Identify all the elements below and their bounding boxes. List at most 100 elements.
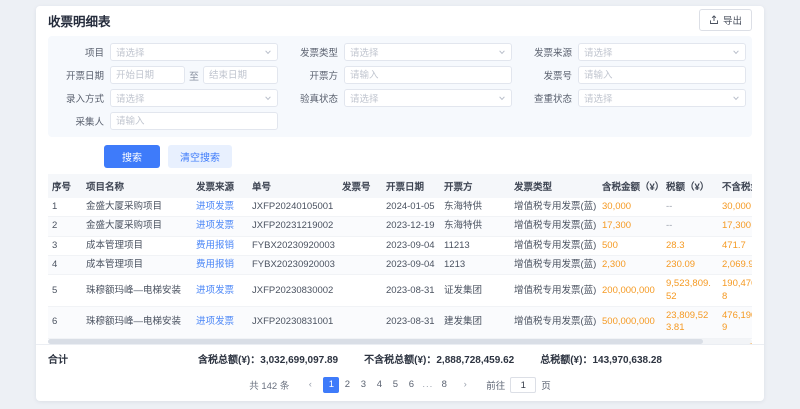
cell-order_no: JXFP20230831001 [248,307,338,339]
select-placeholder: 请选择 [350,45,379,59]
table-header-row: 序号项目名称发票来源单号发票号开票日期开票方发票类型含税金额（¥）税额（¥）不含… [48,174,752,198]
filter-field-3: 开票日期至 [54,66,278,84]
cell-amount_without_tax: 471.7 [718,236,752,255]
cell-tax: -- [662,217,718,236]
date-end-input[interactable] [203,66,278,84]
filter-field-1: 发票类型请选择 [288,43,512,61]
cell-type: 增值税专用发票(蓝) [510,256,598,275]
cell-amount_without_tax: 30,000 [718,198,752,217]
pagination: 共 142 条 ‹ 123456...8 › 前往 页 [36,372,764,401]
cell-tax: 28.3 [662,236,718,255]
filter-label: 项目 [54,45,104,59]
filter-select[interactable]: 请选择 [110,89,278,107]
filter-input[interactable] [110,112,278,130]
summary-item-value: 3,032,699,097.89 [260,355,338,366]
goto-page-input[interactable] [510,377,536,393]
filter-field-4: 开票方 [288,66,512,84]
page-button-8[interactable]: 8 [436,377,452,393]
page-button-1[interactable]: 1 [323,377,339,393]
page-button-6[interactable]: 6 [403,377,419,393]
filter-label: 录入方式 [54,91,104,105]
summary-item-value: 143,970,638.28 [592,355,662,366]
next-page-button[interactable]: › [457,377,473,393]
cell-amount_without_tax: 17,300 [718,217,752,236]
cell-invoice_no [338,236,382,255]
cell-order_no: JXFP20231219002 [248,217,338,236]
cell-issuer: 证发集团 [440,275,510,307]
chevron-down-icon [732,94,740,102]
select-placeholder: 请选择 [584,45,613,59]
invoice-table: 序号项目名称发票来源单号发票号开票日期开票方发票类型含税金额（¥）税额（¥）不含… [48,174,752,344]
chevron-down-icon [498,48,506,56]
table-row[interactable]: 3成本管理项目费用报销FYBX202309200032023-09-041121… [48,236,752,255]
cell-amount_without_tax: 2,069.91 [718,256,752,275]
column-header-tax: 税额（¥） [662,174,718,198]
chevron-down-icon [264,48,272,56]
cell-amount_with_tax: 2,300 [598,256,662,275]
summary-item-label: 不含税总额(¥)： [364,355,436,366]
cell-tax: -- [662,198,718,217]
cell-source: 费用报销 [192,236,248,255]
cell-type: 增值税专用发票(蓝) [510,217,598,236]
table-row[interactable]: 5珠穆额玛峰—电梯安装进项发票JXFP202308300022023-08-31… [48,275,752,307]
column-header-source: 发票来源 [192,174,248,198]
filter-select[interactable]: 请选择 [578,89,746,107]
export-button[interactable]: 导出 [699,9,752,31]
prev-page-button[interactable]: ‹ [302,377,318,393]
cell-type: 增值税专用发票(蓝) [510,275,598,307]
cell-date: 2024-01-05 [382,198,440,217]
filter-select[interactable]: 请选择 [578,43,746,61]
table-row[interactable]: 4成本管理项目费用报销FYBX202309200032023-09-041213… [48,256,752,275]
cell-tax: 9,523,809.52 [662,275,718,307]
chevron-down-icon [498,94,506,102]
table-row[interactable]: 6珠穆额玛峰—电梯安装进项发票JXFP202308310012023-08-31… [48,307,752,339]
scrollbar-thumb[interactable] [48,339,703,344]
filter-select[interactable]: 请选择 [344,43,512,61]
filter-input[interactable] [344,66,512,84]
total-count: 共 142 条 [249,378,289,392]
column-header-order_no: 单号 [248,174,338,198]
cell-seq: 1 [48,198,82,217]
cell-project: 成本管理项目 [82,256,192,275]
filter-select[interactable]: 请选择 [344,89,512,107]
select-placeholder: 请选择 [584,91,613,105]
page-button-5[interactable]: 5 [387,377,403,393]
cell-date: 2023-08-31 [382,307,440,339]
cell-invoice_no [338,217,382,236]
clear-search-button[interactable]: 清空搜索 [168,145,232,168]
filter-select[interactable]: 请选择 [110,43,278,61]
cell-issuer: 建发集团 [440,307,510,339]
table-row[interactable]: 1金盛大厦采购项目进项发票JXFP202401050012024-01-05东海… [48,198,752,217]
cell-order_no: JXFP20230830002 [248,275,338,307]
horizontal-scrollbar[interactable] [48,339,752,344]
more-pages-button[interactable]: ... [419,377,436,393]
summary-item: 含税总额(¥)：3,032,699,097.89 [198,351,338,366]
column-header-amount_with_tax: 含税金额（¥） [598,174,662,198]
cell-date: 2023-08-31 [382,275,440,307]
date-start-input[interactable] [110,66,185,84]
cell-source: 费用报销 [192,256,248,275]
summary-item: 不含税总额(¥)：2,888,728,459.62 [364,351,514,366]
cell-type: 增值税专用发票(蓝) [510,307,598,339]
date-separator: 至 [189,68,199,83]
cell-seq: 6 [48,307,82,339]
filter-field-9: 采集人 [54,112,278,130]
filter-field-7: 验真状态请选择 [288,89,512,107]
summary-item-value: 2,888,728,459.62 [436,355,514,366]
column-header-date: 开票日期 [382,174,440,198]
column-header-seq: 序号 [48,174,82,198]
table-head: 序号项目名称发票来源单号发票号开票日期开票方发票类型含税金额（¥）税额（¥）不含… [48,174,752,198]
column-header-type: 发票类型 [510,174,598,198]
table-row[interactable]: 2金盛大厦采购项目进项发票JXFP202312190022023-12-19东海… [48,217,752,236]
search-button[interactable]: 搜索 [104,145,160,168]
cell-order_no: FYBX20230920003 [248,236,338,255]
cell-issuer: 东海特供 [440,217,510,236]
cell-project: 珠穆额玛峰—电梯安装 [82,275,192,307]
filter-input[interactable] [578,66,746,84]
page-button-4[interactable]: 4 [371,377,387,393]
page-button-2[interactable]: 2 [339,377,355,393]
cell-amount_without_tax: 190,476,190.48 [718,275,752,307]
cell-invoice_no [338,275,382,307]
page-button-3[interactable]: 3 [355,377,371,393]
cell-seq: 4 [48,256,82,275]
